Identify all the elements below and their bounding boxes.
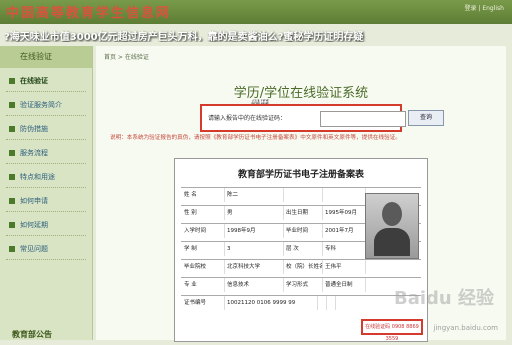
cell-label: 姓 名 xyxy=(181,188,225,202)
cell-label: 证书编号 xyxy=(181,296,225,310)
cell-value xyxy=(322,188,366,202)
sidebar-footer[interactable]: 教育部公告 xyxy=(12,329,52,340)
cell-value: 王伟平 xyxy=(322,260,366,274)
cell-label: 入学时间 xyxy=(181,224,225,238)
photo-body xyxy=(374,228,410,256)
sidebar-item-label: 验证服务简介 xyxy=(20,101,62,109)
verify-code-highlight: 在线验证码 0908 8869 3559 xyxy=(361,319,423,342)
header-links[interactable]: 登录 | English xyxy=(464,3,504,12)
page-title: 学历/学位在线验证系统 xyxy=(233,86,369,101)
cell-value: 1995年09月 xyxy=(322,206,366,220)
sidebar-item-features[interactable]: 特点和用途 xyxy=(6,168,86,188)
table-row: 毕业院校 北京科技大学 校（院）长姓名 王伟平 xyxy=(181,259,421,274)
sidebar-item-label: 服务流程 xyxy=(20,149,48,157)
query-button[interactable]: 查询 xyxy=(408,110,444,126)
bullet-icon xyxy=(9,150,15,156)
bullet-icon xyxy=(9,246,15,252)
photo-head xyxy=(382,202,402,226)
bullet-icon xyxy=(9,126,15,132)
portrait-photo xyxy=(365,193,419,259)
sidebar-item-label: 常见问题 xyxy=(20,245,48,253)
breadcrumb: 首页 > 在线验证 xyxy=(104,54,149,61)
certificate-preview: 教育部学历证书电子注册备案表 姓 名 陈二 性 别 男 出生日期 1995年09… xyxy=(174,158,428,342)
site-header: 中国高等教育学生信息网 登录 | English xyxy=(0,0,512,24)
bullet-icon xyxy=(9,198,15,204)
cell-label: 层 次 xyxy=(283,242,323,256)
sidebar-item-intro[interactable]: 验证服务简介 xyxy=(6,96,86,116)
cell-label: 校（院）长姓名 xyxy=(283,260,323,274)
cell-value xyxy=(326,296,336,310)
verify-code-input[interactable] xyxy=(320,111,406,127)
overlay-headline: ?海天味业市值3000亿元超过房产巨头万科，靠的是卖酱油么?蜜秘学历证明存疑 xyxy=(4,32,364,42)
sidebar-item-anti-fake[interactable]: 防伪措施 xyxy=(6,120,86,140)
cell-value: 10021120 0106 9999 99 xyxy=(224,296,318,310)
cell-value: 专科 xyxy=(322,242,366,256)
cell-value: 北京科技大学 xyxy=(224,260,284,274)
cell-label: 学习形式 xyxy=(283,278,323,292)
cell-value: 1998年9月 xyxy=(224,224,284,238)
sidebar: 在线验证 在线验证 验证服务简介 防伪措施 服务流程 特点和用途 如何申请 如何… xyxy=(0,46,93,340)
cell-label: 性 别 xyxy=(181,206,225,220)
cell-value: 3 xyxy=(224,242,284,256)
bullet-icon xyxy=(9,78,15,84)
bullet-icon xyxy=(9,222,15,228)
note-text: 说明：本系统为验证报告的真伪，请按照《教育部学历证书电子注册备案表》中文原件和英… xyxy=(110,135,401,141)
sidebar-item-label: 特点和用途 xyxy=(20,173,55,181)
sidebar-item-label: 在线验证 xyxy=(20,77,48,85)
table-row: 专 业 信息技术 学习形式 普通全日制 xyxy=(181,277,421,292)
sidebar-item-faq[interactable]: 常见问题 xyxy=(6,240,86,260)
cell-value: 普通全日制 xyxy=(322,278,366,292)
site-logo: 中国高等教育学生信息网 xyxy=(6,6,172,21)
sidebar-title: 在线验证 xyxy=(0,46,92,68)
sidebar-item-label: 如何延期 xyxy=(20,221,48,229)
watermark-url: jingyan.baidu.com xyxy=(433,324,498,332)
sidebar-item-label: 如何申请 xyxy=(20,197,48,205)
cell-value: 信息技术 xyxy=(224,278,284,292)
bullet-icon xyxy=(9,174,15,180)
sidebar-item-extend[interactable]: 如何延期 xyxy=(6,216,86,236)
verify-form: 请输入报告中的在线验证码： 查询 xyxy=(200,104,444,132)
cell-label: 毕业院校 xyxy=(181,260,225,274)
table-row: 证书编号 10021120 0106 9999 99 xyxy=(181,295,421,310)
main-content: 首页 > 在线验证 学历/学位在线验证系统 學歷 请输入报告中的在线验证码： 查… xyxy=(96,46,506,342)
cell-value: 2001年7月 xyxy=(322,224,366,238)
verify-code-label: 请输入报告中的在线验证码： xyxy=(208,115,287,122)
cell-value: 陈二 xyxy=(224,188,284,202)
cell-label: 出生日期 xyxy=(283,206,323,220)
cell-label: 毕业时间 xyxy=(283,224,323,238)
sidebar-item-online-verify[interactable]: 在线验证 xyxy=(6,72,86,92)
watermark-logo: Baidu 经验 xyxy=(393,288,494,309)
cell-label: 学 制 xyxy=(181,242,225,256)
sidebar-item-apply[interactable]: 如何申请 xyxy=(6,192,86,212)
cell-label xyxy=(283,188,323,202)
cell-label: 专 业 xyxy=(181,278,225,292)
bullet-icon xyxy=(9,102,15,108)
sidebar-item-label: 防伪措施 xyxy=(20,125,48,133)
cell-value: 男 xyxy=(224,206,284,220)
certificate-title: 教育部学历证书电子注册备案表 xyxy=(237,170,364,180)
sidebar-item-process[interactable]: 服务流程 xyxy=(6,144,86,164)
